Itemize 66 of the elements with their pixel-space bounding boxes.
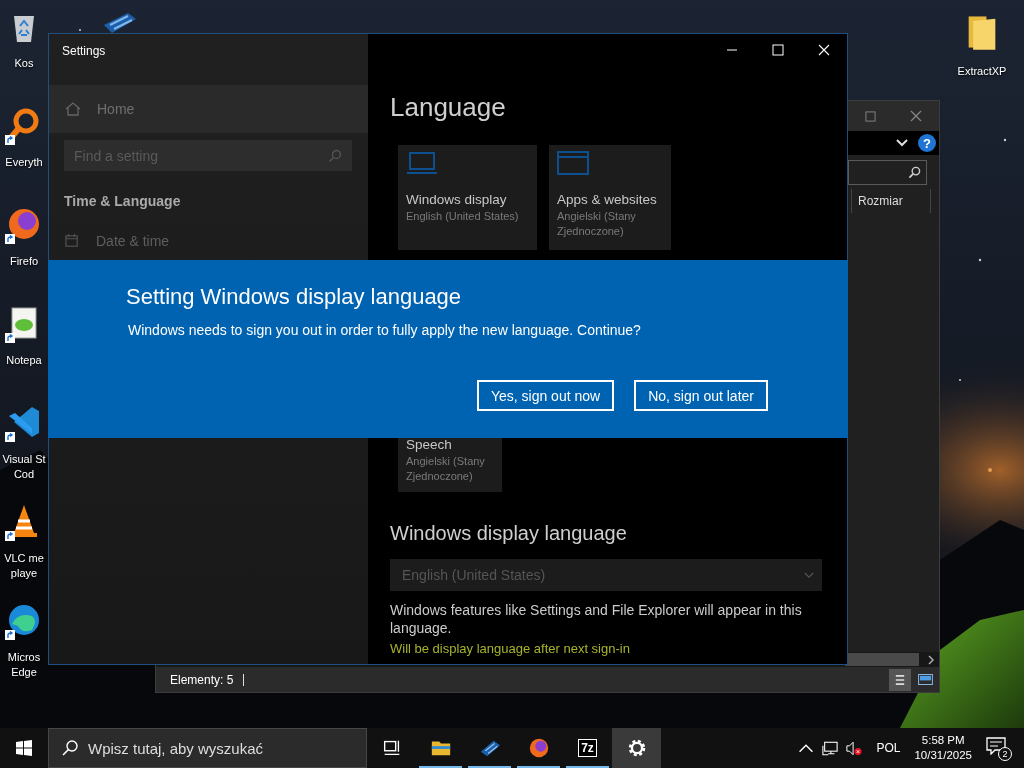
app-logo: 7z — [578, 739, 597, 757]
notification-count: 2 — [998, 747, 1012, 761]
notifications-icon[interactable] — [986, 737, 1006, 755]
chevron-down-icon — [804, 571, 814, 579]
icon-label: Firefo — [9, 254, 39, 269]
home-icon — [65, 101, 81, 117]
section-heading: Windows display language — [390, 522, 627, 545]
scrollbar-thumb[interactable] — [845, 653, 919, 666]
input-language[interactable]: POL — [876, 741, 901, 755]
language-tile[interactable]: Speech Angielski (Stany Zjednoczone) — [398, 435, 502, 492]
dialog-message: Windows needs to sign you out in order to fully apply the new language. Continue? — [128, 322, 641, 338]
language-tile[interactable]: Windows display English (United States) — [398, 145, 537, 250]
page-title: Language — [390, 92, 506, 122]
laptop-icon — [406, 151, 438, 175]
icon-label: Edge — [11, 665, 37, 680]
icon-label: ExtractXP — [957, 64, 1007, 79]
dialog-title: Setting Windows display language — [126, 284, 462, 310]
close-icon — [818, 44, 830, 56]
tile-subtitle: English (United States) — [406, 209, 519, 224]
list-view-icon — [895, 673, 905, 686]
chevron-down-icon[interactable] — [896, 139, 908, 147]
search-icon — [328, 149, 342, 163]
search-icon — [908, 165, 921, 179]
clock[interactable]: 5:58 PM 10/31/2025 — [914, 733, 972, 763]
browser-window-icon — [557, 151, 589, 175]
browser-icon[interactable] — [6, 206, 42, 242]
help-button[interactable]: ? — [918, 134, 936, 152]
taskbar-search-field[interactable]: Wpisz tutaj, aby wyszukać — [48, 728, 367, 768]
status-text: Will be display language after next sign-in — [390, 641, 630, 656]
calendar-clock-icon — [65, 233, 80, 249]
dialog-button[interactable]: Yes, sign out now — [476, 380, 615, 411]
taskbar-app[interactable]: 7z — [563, 728, 612, 768]
tile-subtitle: Angielski (Stany Zjednoczone) — [557, 209, 637, 239]
search-icon — [62, 740, 78, 756]
icon-label: VLC me — [4, 551, 44, 566]
close-icon — [910, 110, 922, 122]
maximize-icon — [864, 110, 876, 122]
tile-subtitle: Angielski (Stany Zjednoczone) — [406, 454, 486, 484]
taskbar-app[interactable] — [612, 728, 661, 768]
browser-icon — [527, 737, 550, 759]
icon-label: Cod — [13, 467, 35, 482]
tile-title: Windows display — [406, 191, 507, 209]
tile-title: Speech — [406, 436, 452, 454]
window-title: Settings — [62, 44, 106, 58]
icon-label: Kos — [14, 56, 34, 71]
icon-label: Visual St — [2, 452, 46, 467]
language-tile[interactable]: Apps & websites Angielski (Stany Zjednoczone) — [549, 145, 671, 250]
dialog-button[interactable]: No, sign out later — [634, 380, 768, 411]
column-header[interactable]: Rozmiar — [851, 189, 931, 213]
swirl-icon[interactable] — [6, 602, 42, 638]
icon-label: Micros — [7, 650, 41, 665]
details-view-button[interactable] — [889, 668, 911, 691]
search-field[interactable] — [848, 159, 927, 185]
network-icon[interactable] — [822, 740, 839, 756]
speaker-muted-icon[interactable] — [846, 740, 863, 756]
status-text: Elementy: 5 — [170, 672, 234, 687]
description-text: Windows features like Settings and File Explorer will appear in this language. — [390, 601, 803, 637]
windows-logo-icon — [16, 740, 32, 756]
icon-label: playe — [10, 566, 38, 581]
section-title: Time & Language — [64, 193, 181, 209]
scroll-right-icon[interactable] — [927, 654, 935, 665]
icon-label: Notepa — [6, 353, 42, 368]
maximize-icon — [772, 44, 784, 56]
icon-label: Everyth — [5, 155, 43, 170]
tile-title: Apps & websites — [557, 191, 657, 209]
thumbnail-view-icon — [917, 674, 933, 685]
